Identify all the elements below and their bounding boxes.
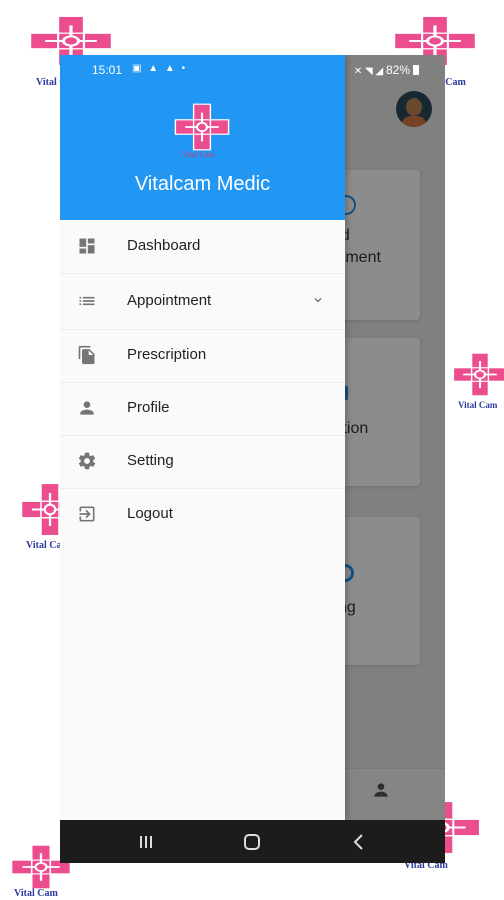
battery-level: 82% bbox=[385, 63, 410, 77]
menu-item-label: Logout bbox=[127, 505, 173, 522]
menu-item-label: Appointment bbox=[127, 292, 212, 309]
logout-icon bbox=[79, 506, 95, 522]
watermark-text: Vital Cam bbox=[14, 888, 58, 899]
status-bar: 15:01 ▣ ▲ ▲ • ✕ ◥ ◢ 82% bbox=[60, 55, 445, 85]
status-time: 15:01 bbox=[92, 63, 123, 77]
status-right: ✕ ◥ ◢ 82% bbox=[354, 63, 419, 77]
menu-item-prescription[interactable]: Prescription bbox=[60, 329, 345, 383]
app-title: Vitalcam Medic bbox=[134, 173, 271, 195]
system-navigation-bar bbox=[60, 820, 445, 863]
file-copy-icon bbox=[78, 345, 95, 365]
menu-item-label: Setting bbox=[127, 452, 174, 469]
menu-item-label: Dashboard bbox=[127, 237, 201, 254]
notification-icons: ▣ ▲ ▲ • bbox=[132, 63, 188, 74]
menu-item-logout[interactable]: Logout bbox=[60, 488, 345, 541]
watermark-logo: Vital Cam bbox=[452, 352, 504, 412]
dashboard-icon bbox=[79, 238, 95, 254]
gear-icon bbox=[78, 452, 96, 470]
menu-item-dashboard[interactable]: Dashboard bbox=[60, 220, 345, 274]
logo-text: Vital Cam bbox=[182, 150, 215, 159]
back-icon[interactable] bbox=[346, 829, 372, 855]
recent-apps-icon[interactable] bbox=[133, 829, 159, 855]
phone-screen: dd atment iption ting Vital Cam Vitalcam… bbox=[60, 55, 445, 863]
menu-item-profile[interactable]: Profile bbox=[60, 382, 345, 436]
watermark-text: Vital Cam bbox=[458, 400, 498, 410]
list-icon bbox=[79, 296, 95, 306]
menu-item-setting[interactable]: Setting bbox=[60, 435, 345, 489]
app-logo: Vital Cam bbox=[172, 103, 232, 161]
menu-item-appointment[interactable]: Appointment bbox=[60, 273, 345, 330]
person-icon bbox=[80, 401, 94, 415]
menu-item-label: Profile bbox=[127, 399, 170, 416]
menu-item-label: Prescription bbox=[127, 346, 207, 363]
chevron-down-icon[interactable] bbox=[311, 293, 325, 307]
signal-icon: ✕ ◥ ◢ bbox=[353, 66, 386, 77]
navigation-drawer: Vital Cam Vitalcam Medic Dashboard Appoi… bbox=[60, 55, 345, 820]
battery-icon bbox=[413, 65, 419, 75]
home-icon[interactable] bbox=[239, 829, 265, 855]
